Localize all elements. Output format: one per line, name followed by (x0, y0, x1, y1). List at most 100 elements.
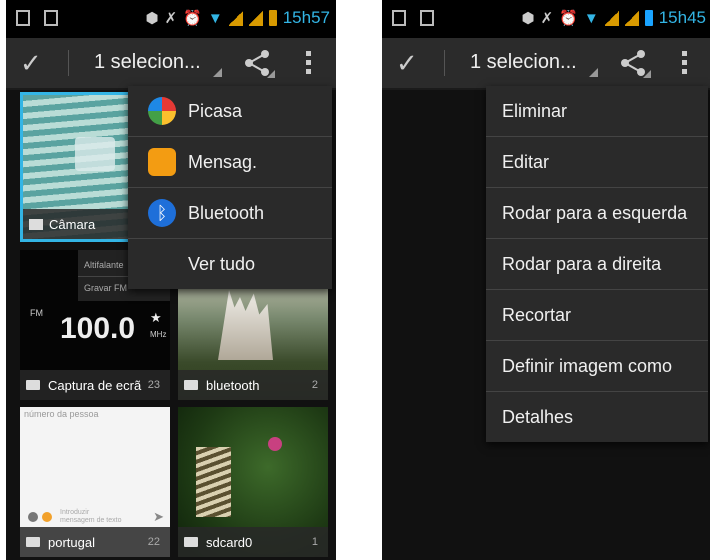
share-option-bluetooth[interactable]: ᛒ Bluetooth (128, 188, 332, 239)
album-label: portugal 22 (20, 527, 170, 557)
album-count: 23 (147, 379, 160, 391)
wifi-icon: ▼ (207, 9, 223, 27)
album-tile-portugal[interactable]: número da pessoa Introduzir mensagem de … (20, 407, 170, 557)
signal-icon (604, 10, 619, 26)
album-count: 22 (147, 536, 160, 548)
alarm-icon: ⏰ (183, 10, 202, 27)
menu-item-label: Mensag. (188, 151, 258, 172)
selection-title[interactable]: 1 selecion... (94, 51, 201, 74)
messaging-icon (148, 148, 176, 176)
share-icon[interactable] (617, 48, 651, 78)
share-option-see-all[interactable]: Ver tudo (128, 239, 332, 289)
album-count: 1 (311, 536, 318, 548)
menu-item-label: Picasa (188, 100, 243, 121)
battery-saver-icon: ⬢ (521, 10, 535, 27)
sms-compose: Introduzir mensagem de texto ➤ (20, 505, 170, 529)
system-icons: ⬢ ✗ ⏰ ▼ 15h57 (145, 8, 330, 28)
divider (68, 50, 69, 76)
foliage-image (196, 447, 231, 517)
overflow-menu: Eliminar Editar Rodar para a esquerda Ro… (486, 86, 708, 442)
share-menu: Picasa Mensag. ᛒ Bluetooth Ver tudo (128, 86, 332, 289)
clock: 15h45 (658, 8, 706, 27)
dropdown-indicator-icon (589, 68, 598, 77)
status-bar: ⬢ ✗ ⏰ ▼ 15h45 (382, 0, 710, 38)
done-check-icon[interactable]: ✓ (20, 48, 50, 78)
menu-item-label: Ver tudo (188, 253, 256, 274)
signal-icon (228, 10, 243, 26)
menu-item-label: Recortar (502, 304, 572, 325)
pink-flowers (268, 437, 282, 451)
camera-small-icon (29, 218, 43, 230)
camera-icon (75, 137, 115, 171)
image-icon (420, 10, 434, 26)
done-check-icon[interactable]: ✓ (396, 48, 426, 78)
menu-item-edit[interactable]: Editar (486, 137, 708, 188)
share-option-picasa[interactable]: Picasa (128, 86, 332, 137)
action-bar: ✓ 1 selecion... (382, 38, 710, 90)
sms-hint: Introduzir mensagem de texto (60, 509, 121, 525)
image-icon (44, 10, 58, 26)
menu-item-label: Editar (502, 151, 550, 172)
album-label: bluetooth 2 (178, 370, 328, 400)
left-screen: ⬢ ✗ ⏰ ▼ 15h57 ✓ 1 selecion... Câmara Alt… (6, 0, 336, 560)
bluetooth-icon: ᛒ (148, 199, 176, 227)
picasa-icon (148, 97, 176, 125)
menu-item-set-as[interactable]: Definir imagem como (486, 341, 708, 392)
signal-icon (248, 10, 263, 26)
album-count: 2 (311, 379, 318, 391)
emoji-icon (42, 512, 52, 522)
send-icon: ➤ (153, 509, 164, 524)
album-name: portugal (48, 534, 95, 550)
menu-item-label: Detalhes (502, 406, 574, 427)
menu-item-rotate-left[interactable]: Rodar para a esquerda (486, 188, 708, 239)
mute-icon: ✗ (164, 10, 178, 27)
folder-icon (184, 380, 198, 390)
divider (444, 50, 445, 76)
menu-item-label: Rodar para a esquerda (502, 202, 688, 223)
album-name: sdcard0 (206, 534, 253, 550)
wifi-icon: ▼ (583, 9, 599, 27)
menu-item-details[interactable]: Detalhes (486, 392, 708, 442)
castle-image (218, 290, 273, 360)
menu-item-label: Eliminar (502, 100, 568, 121)
album-name: Captura de ecrã (48, 377, 142, 393)
folder-icon (26, 380, 40, 390)
share-icon[interactable] (241, 48, 275, 78)
sms-hint-line: mensagem de texto (60, 517, 122, 524)
overflow-menu-icon[interactable] (306, 51, 312, 78)
mute-icon: ✗ (540, 10, 554, 27)
right-screen: ⬢ ✗ ⏰ ▼ 15h45 ✓ 1 selecion... Eliminar E… (382, 0, 710, 560)
sms-hint-line: Introduzir (60, 509, 90, 516)
menu-item-label: Bluetooth (188, 202, 265, 223)
menu-item-label: Definir imagem como (502, 355, 673, 376)
sms-recipient: número da pessoa (24, 409, 99, 419)
album-tile-sdcard[interactable]: sdcard0 1 (178, 407, 328, 557)
album-label: sdcard0 1 (178, 527, 328, 557)
clock: 15h57 (282, 8, 330, 27)
notification-icons (392, 10, 434, 26)
album-name: bluetooth (206, 377, 260, 393)
status-bar: ⬢ ✗ ⏰ ▼ 15h57 (6, 0, 336, 38)
sd-card-icon (16, 10, 30, 26)
fm-band: FM (30, 308, 43, 318)
share-option-messaging[interactable]: Mensag. (128, 137, 332, 188)
folder-icon (184, 537, 198, 547)
menu-item-label: Rodar para a direita (502, 253, 662, 274)
album-label: Captura de ecrã 23 (20, 370, 170, 400)
system-icons: ⬢ ✗ ⏰ ▼ 15h45 (521, 8, 706, 28)
attach-icon (28, 512, 38, 522)
album-name: Câmara (49, 216, 96, 232)
sd-card-icon (392, 10, 406, 26)
alarm-icon: ⏰ (559, 10, 578, 27)
battery-icon (644, 10, 653, 26)
menu-item-rotate-right[interactable]: Rodar para a direita (486, 239, 708, 290)
menu-item-delete[interactable]: Eliminar (486, 86, 708, 137)
action-bar: ✓ 1 selecion... (6, 38, 336, 90)
dropdown-indicator-icon (213, 68, 222, 77)
fm-frequency: 100.0 (60, 312, 136, 345)
star-icon: ★ (150, 310, 162, 325)
menu-item-crop[interactable]: Recortar (486, 290, 708, 341)
overflow-menu-icon[interactable] (682, 51, 688, 78)
selection-title[interactable]: 1 selecion... (470, 51, 577, 74)
battery-icon (268, 10, 277, 26)
